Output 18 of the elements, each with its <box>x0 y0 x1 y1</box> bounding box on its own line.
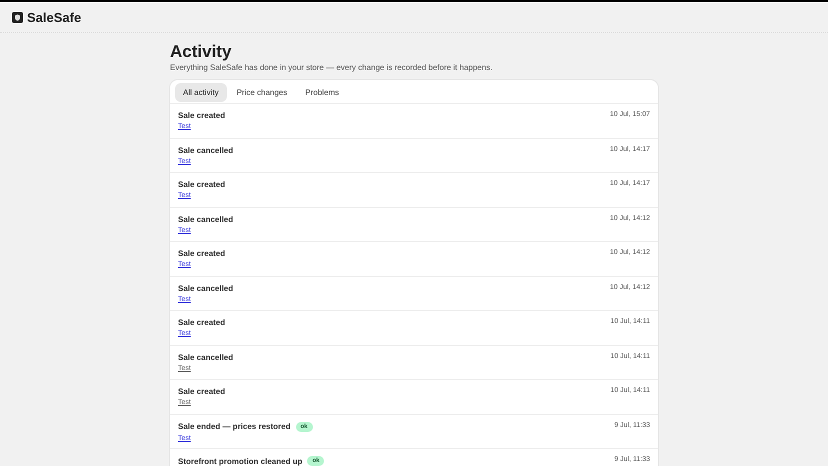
page-subtitle: Everything SaleSafe has done in your store — every change is recorded before it happens. <box>170 63 494 72</box>
event-title: Sale cancelled <box>178 214 234 224</box>
shield-logo-icon <box>12 12 23 22</box>
event-title: Sale cancelled <box>178 352 234 362</box>
event-title: Sale created <box>178 387 226 396</box>
page-title: Activity <box>170 42 232 62</box>
event-title: Sale cancelled <box>178 284 234 292</box>
event-title: Sale created <box>178 249 226 258</box>
tab[interactable]: Problems <box>297 83 348 102</box>
tab[interactable]: All activity <box>175 83 227 102</box>
event-title: Sale created <box>178 111 226 120</box>
tab[interactable]: Price changes <box>228 83 296 102</box>
event-title: Sale created <box>178 318 226 327</box>
app-name: SaleSafe <box>27 10 82 24</box>
event-title: Storefront promotion cleaned up <box>178 456 302 466</box>
event-title: Sale ended — prices restored <box>178 422 290 431</box>
event-title: Sale created <box>178 180 226 189</box>
event-title: Sale cancelled <box>178 146 234 154</box>
